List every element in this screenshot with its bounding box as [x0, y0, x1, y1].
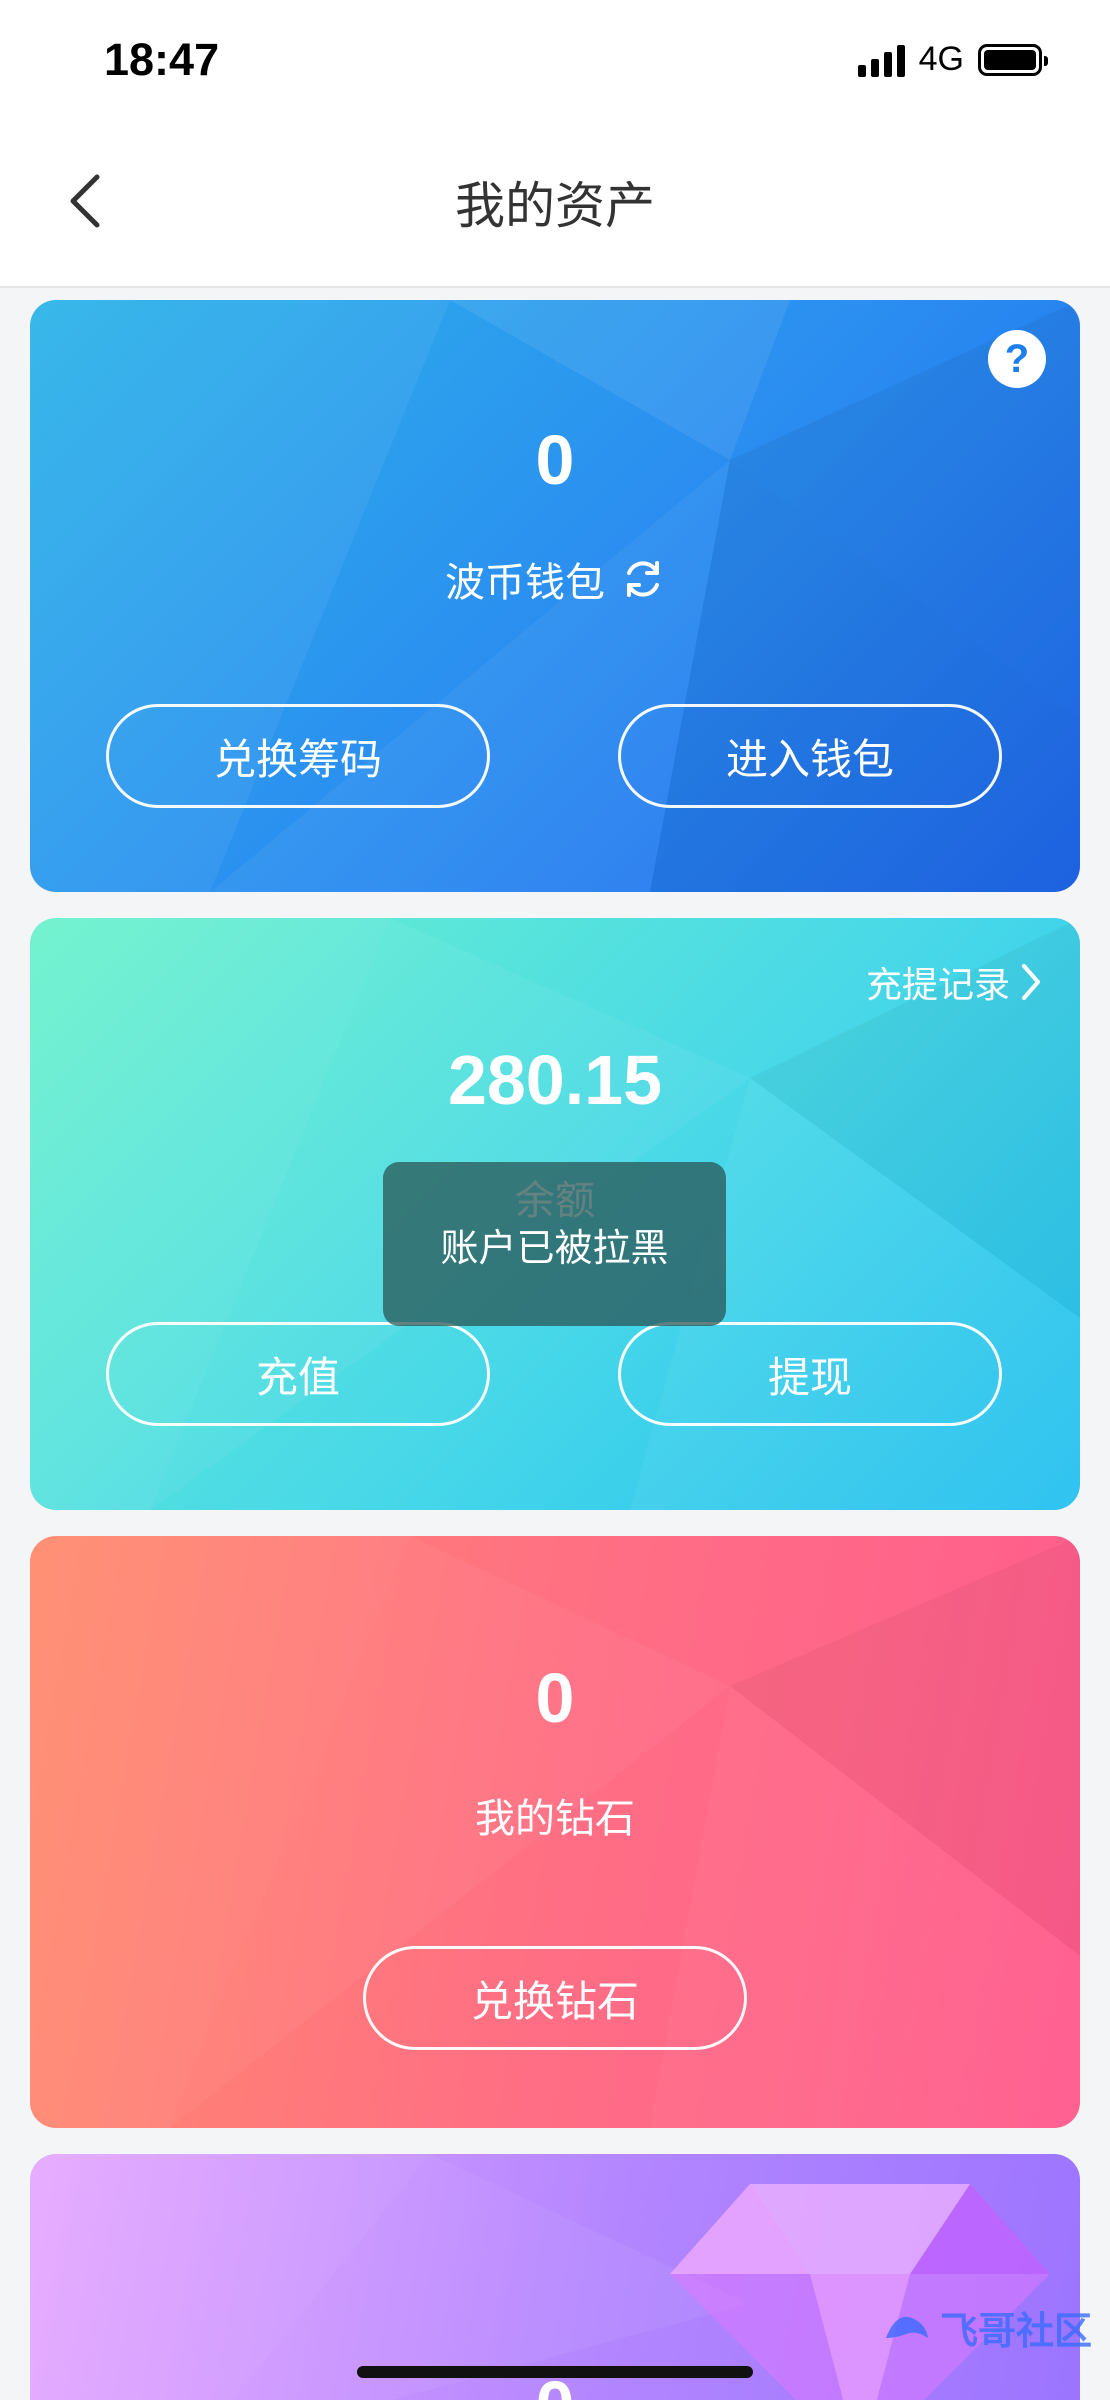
toast-message: 账户已被拉黑 [383, 1162, 726, 1326]
exchange-chips-button[interactable]: 兑换筹码 [106, 704, 490, 808]
diamond-card: 0 我的钻石 兑换钻石 [30, 1536, 1080, 2128]
recharge-button[interactable]: 充值 [106, 1322, 490, 1426]
network-type: 4G [918, 40, 964, 78]
wallet-amount: 0 [535, 421, 575, 499]
recharge-record-link[interactable]: 充提记录 [866, 956, 1044, 1008]
navigation-bar: 我的资产 [0, 126, 1110, 288]
status-bar: 18:47 4G [0, 0, 1110, 126]
watermark-text: 飞哥社区 [939, 2309, 1092, 2353]
refresh-icon[interactable] [621, 557, 665, 601]
wallet-label-row: 波币钱包 [30, 550, 1080, 608]
question-icon: ? [1004, 336, 1030, 381]
wallet-card: ? 0 波币钱包 兑换筹码 进入钱包 [30, 300, 1080, 892]
recharge-record-label: 充提记录 [865, 965, 1010, 1006]
wallet-label: 波币钱包 [445, 560, 605, 606]
diamond-icon [670, 2184, 1050, 2400]
battery-icon [978, 43, 1048, 76]
status-time: 18:47 [104, 34, 220, 85]
balance-amount: 280.15 [447, 1041, 663, 1119]
exchange-diamond-button[interactable]: 兑换钻石 [363, 1946, 747, 2050]
chevron-right-icon [1022, 964, 1040, 1000]
status-indicators: 4G [857, 40, 1048, 79]
watermark: 飞哥社区 [882, 2300, 1092, 2355]
signal-icon [857, 43, 905, 77]
page-title: 我的资产 [455, 177, 655, 235]
enter-wallet-button[interactable]: 进入钱包 [618, 704, 1002, 808]
home-indicator[interactable] [357, 2366, 753, 2378]
help-button[interactable]: ? [988, 330, 1046, 388]
dragon-logo-icon [885, 2316, 928, 2338]
withdraw-button[interactable]: 提现 [618, 1322, 1002, 1426]
diamond-label: 我的钻石 [475, 1796, 635, 1842]
fourth-asset-card: 0 [30, 2154, 1080, 2400]
diamond-amount: 0 [535, 1659, 575, 1737]
